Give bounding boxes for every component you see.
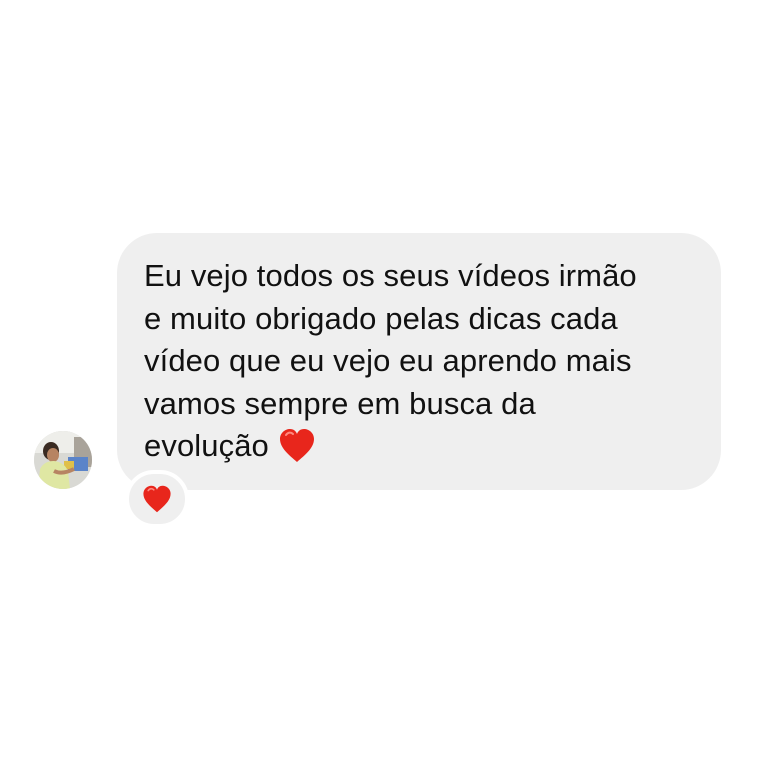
heart-icon — [143, 485, 171, 513]
message-line: e muito obrigado pelas dicas cada — [144, 300, 618, 336]
sender-avatar[interactable] — [34, 431, 92, 489]
message-line: Eu vejo todos os seus vídeos irmão — [144, 258, 637, 293]
message-line: evolução — [144, 428, 269, 463]
message-text: Eu vejo todos os seus vídeos irmão e mui… — [144, 255, 695, 468]
message-bubble[interactable]: Eu vejo todos os seus vídeos irmão e mui… — [117, 233, 721, 490]
message-line: vídeo que eu vejo eu aprendo mais — [144, 343, 632, 378]
profile-photo-icon — [34, 431, 92, 489]
message-line: vamos sempre em busca da — [144, 385, 536, 421]
heart-icon — [277, 426, 317, 466]
reaction-badge[interactable] — [125, 470, 189, 528]
chat-thread: Eu vejo todos os seus vídeos irmão e mui… — [0, 0, 768, 768]
